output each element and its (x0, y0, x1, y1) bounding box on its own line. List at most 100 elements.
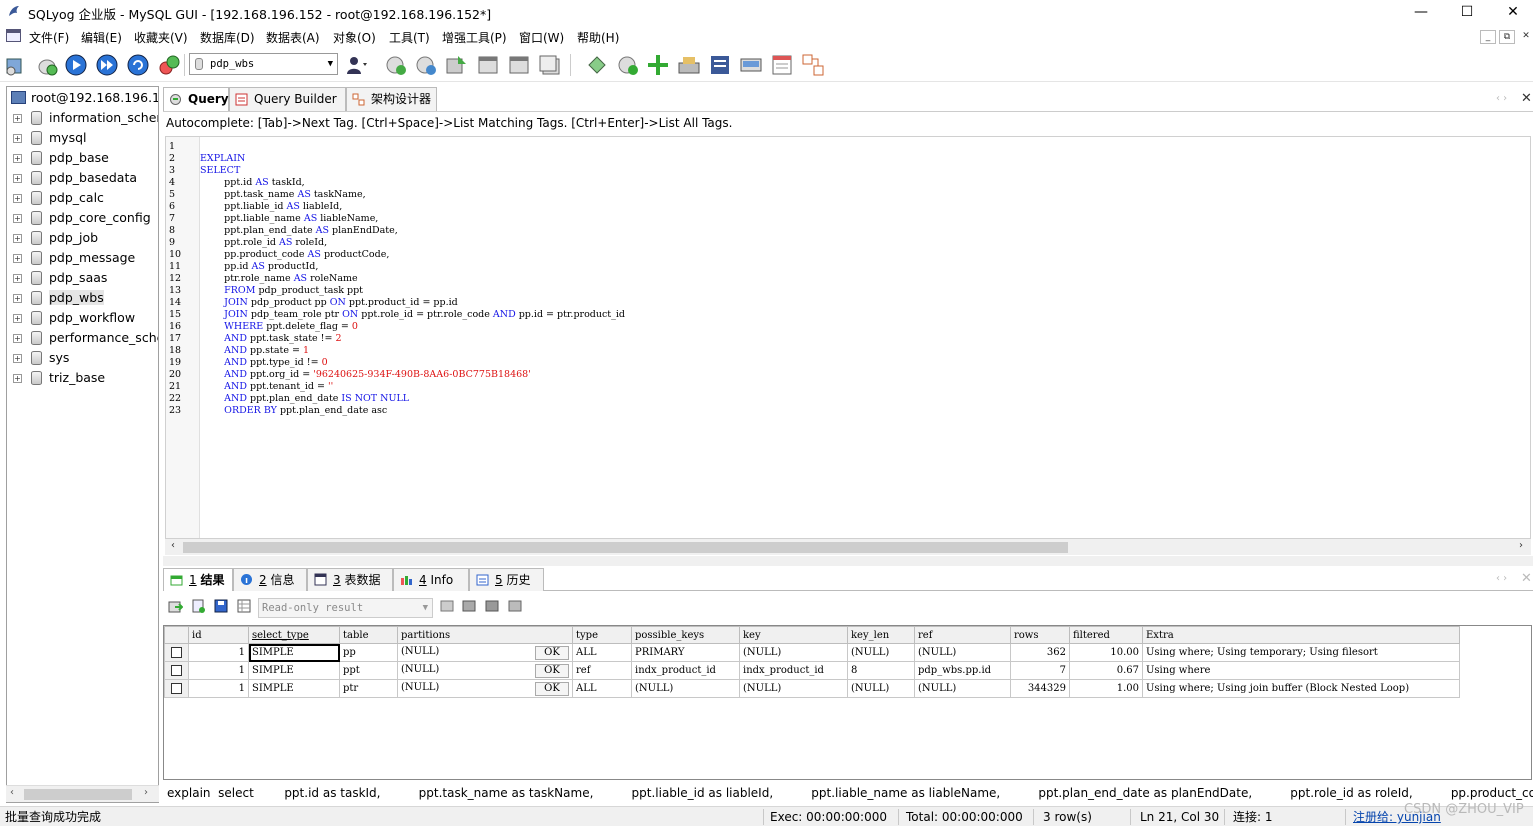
table-cell[interactable]: (NULL) (914, 679, 1011, 698)
table-cell[interactable]: SIMPLE (248, 661, 340, 680)
table-cell[interactable]: (NULL) OK (397, 679, 573, 698)
expand-icon[interactable]: + (13, 374, 22, 383)
column-header[interactable]: select_type (248, 626, 340, 644)
execute-all-icon[interactable] (95, 53, 119, 77)
expand-icon[interactable]: + (13, 354, 22, 363)
scroll-left-icon[interactable]: ‹ (10, 787, 14, 798)
column-header[interactable]: rows (1010, 626, 1070, 644)
scrollbar-thumb[interactable] (24, 789, 132, 800)
table-cell[interactable]: Using where; Using temporary; Using file… (1142, 643, 1460, 662)
column-header[interactable]: type (572, 626, 632, 644)
table-cell[interactable]: 1 (188, 661, 249, 680)
tree-item-database[interactable]: + pdp_wbs (7, 288, 158, 308)
table-cell[interactable]: (NULL) (739, 643, 848, 662)
tab-query[interactable]: Query (163, 87, 229, 112)
table-cell[interactable]: ref (572, 661, 632, 680)
table-cell[interactable]: indx_product_id (631, 661, 740, 680)
tab-table-data[interactable]: 3 表数据 (307, 568, 393, 591)
table-cell[interactable]: 8 (847, 661, 915, 680)
menu-favorites[interactable]: 收藏夹(V) (134, 29, 188, 46)
column-header[interactable]: id (188, 626, 249, 644)
table-row[interactable]: 1 SIMPLE ptr (NULL) OK ALL (NULL) (NULL) (NULL)(… (164, 679, 1460, 698)
tree-item-database[interactable]: + pdp_message (7, 248, 158, 268)
ok-button[interactable]: OK (535, 663, 569, 678)
tab-scroll-arrows-icon[interactable]: ‹ › (1496, 93, 1507, 104)
save-changes-icon[interactable] (484, 598, 500, 614)
tree-item-database[interactable]: + pdp_calc (7, 188, 158, 208)
database-selector[interactable]: pdp_wbs ▼ (189, 53, 338, 75)
schema-sync-icon[interactable] (585, 53, 609, 77)
mdi-restore-button[interactable]: ⧉ (1499, 30, 1515, 44)
checkbox-icon[interactable] (171, 683, 182, 694)
tab-messages[interactable]: 2 信息 (233, 568, 307, 591)
mdi-close-button[interactable]: ✕ (1518, 30, 1533, 44)
tree-item-database[interactable]: + triz_base (7, 368, 158, 388)
table-cell[interactable]: pp (339, 643, 398, 662)
column-header[interactable]: filtered (1069, 626, 1143, 644)
column-header[interactable]: key_len (847, 626, 915, 644)
row-checkbox[interactable] (164, 643, 189, 662)
query-profiler-icon[interactable] (770, 53, 794, 77)
expand-icon[interactable]: + (13, 214, 22, 223)
grid-view-icon[interactable] (236, 598, 252, 614)
new-connection-icon[interactable] (3, 53, 27, 77)
table-cell[interactable]: ptr (339, 679, 398, 698)
schema-designer-icon[interactable] (801, 53, 825, 77)
user-manager-icon[interactable] (157, 53, 181, 77)
add-database-icon[interactable] (384, 53, 408, 77)
column-header[interactable]: possible_keys (631, 626, 740, 644)
table-cell[interactable]: 7 (1010, 661, 1070, 680)
table-row[interactable]: 1 SIMPLE ppt (NULL) OK ref indx_product_id indx… (164, 661, 1460, 680)
table-cell[interactable]: ALL (572, 643, 632, 662)
menu-database[interactable]: 数据库(D) (200, 29, 255, 46)
table-cell[interactable]: (NULL) (631, 679, 740, 698)
expand-icon[interactable]: + (13, 134, 22, 143)
tab-result[interactable]: 1 结果 (163, 568, 233, 591)
cancel-changes-icon[interactable] (507, 598, 523, 614)
notification-services-icon[interactable] (708, 53, 732, 77)
ok-button[interactable]: OK (535, 681, 569, 696)
add-row-icon[interactable] (439, 598, 455, 614)
scheduled-backup-icon[interactable] (677, 53, 701, 77)
expand-icon[interactable]: + (13, 174, 22, 183)
tab-scroll-arrows-icon[interactable]: ‹ › (1496, 573, 1507, 584)
expand-icon[interactable]: + (13, 334, 22, 343)
document-window-icon[interactable] (6, 29, 21, 42)
tree-item-database[interactable]: + pdp_job (7, 228, 158, 248)
expand-icon[interactable]: + (13, 234, 22, 243)
object-browser-scrollbar[interactable]: ‹ › (6, 785, 159, 802)
scrollbar-thumb[interactable] (183, 542, 1068, 553)
expand-icon[interactable]: + (13, 314, 22, 323)
table-cell[interactable]: 1 (188, 679, 249, 698)
table-cell[interactable]: (NULL) (914, 643, 1011, 662)
menu-edit[interactable]: 编辑(E) (81, 29, 122, 46)
table-cell[interactable]: Using where (1142, 661, 1460, 680)
tree-item-database[interactable]: + pdp_base (7, 148, 158, 168)
row-checkbox[interactable] (164, 661, 189, 680)
backup-database-icon[interactable] (414, 53, 438, 77)
table-copy-icon[interactable] (538, 53, 562, 77)
connect-icon[interactable] (35, 53, 59, 77)
table-cell[interactable]: ALL (572, 679, 632, 698)
table-cell[interactable]: 1 (188, 643, 249, 662)
scroll-right-icon[interactable]: › (1519, 540, 1523, 551)
expand-icon[interactable]: + (13, 154, 22, 163)
row-checkbox[interactable] (164, 679, 189, 698)
column-header[interactable]: table (339, 626, 398, 644)
column-header[interactable]: partitions (397, 626, 573, 644)
column-header[interactable]: ref (914, 626, 1011, 644)
refresh-icon[interactable] (126, 53, 150, 77)
delete-row-icon[interactable] (461, 598, 477, 614)
expand-icon[interactable]: + (13, 254, 22, 263)
tree-item-database[interactable]: + mysql (7, 128, 158, 148)
table-cell[interactable]: SIMPLE (248, 643, 340, 662)
menu-help[interactable]: 帮助(H) (577, 29, 619, 46)
execute-query-icon[interactable] (64, 53, 88, 77)
tree-item-database[interactable]: + pdp_saas (7, 268, 158, 288)
table-row[interactable]: 1 SIMPLE pp (NULL) OK ALL PRIMARY (NULL) (NULL)(… (164, 643, 1460, 662)
sql-editor[interactable]: 1 2 3 4 5 6 7 8 9 10 11 12 13 14 15 16 17 18 19 20 21 22 23 EX… (165, 136, 1531, 539)
menu-tools[interactable]: 工具(T) (389, 29, 430, 46)
data-sync-icon[interactable] (616, 53, 640, 77)
copy-to-clipboard-icon[interactable] (190, 598, 206, 614)
table-cell[interactable]: 10.00 (1069, 643, 1143, 662)
